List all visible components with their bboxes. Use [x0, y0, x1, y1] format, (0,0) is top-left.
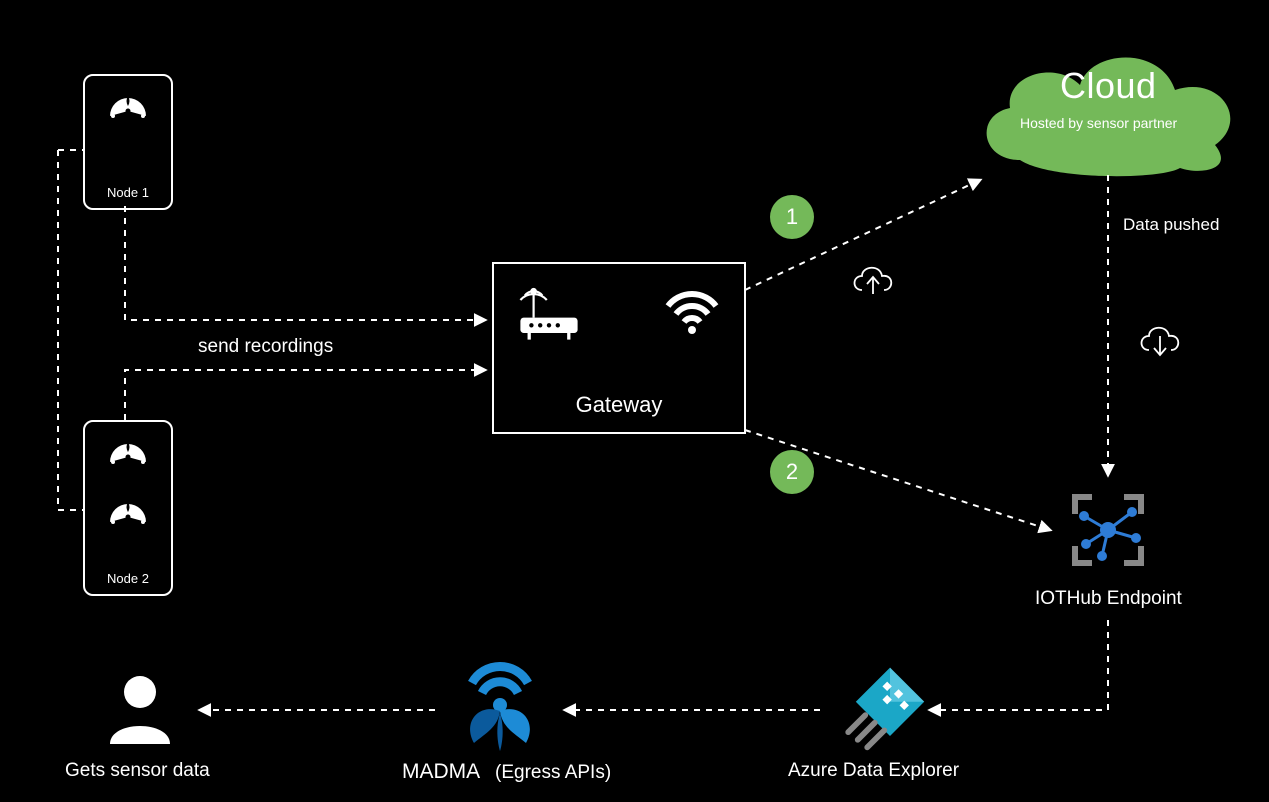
sensor-gauge-icon — [103, 432, 153, 482]
node1-box: Node 1 — [83, 74, 173, 210]
sensor-gauge-icon — [103, 86, 153, 136]
ade-label: Azure Data Explorer — [788, 760, 959, 782]
cloud-download-icon — [1135, 320, 1183, 360]
gateway-box: Gateway — [492, 262, 746, 434]
iothub-label: IOTHub Endpoint — [1035, 588, 1182, 610]
node2-label: Node 2 — [85, 571, 171, 586]
madma-icon — [450, 655, 550, 755]
data-pushed-label: Data pushed — [1123, 215, 1219, 235]
user-label: Gets sensor data — [65, 760, 210, 782]
iothub-icon — [1058, 480, 1158, 580]
cloud-subtitle: Hosted by sensor partner — [1020, 115, 1177, 131]
sensor-gauge-icon — [103, 492, 153, 542]
cloud-title: Cloud — [1060, 65, 1157, 107]
step-1: 1 — [770, 195, 814, 239]
azure-data-explorer-icon — [833, 660, 928, 755]
madma-label: MADMA — [402, 760, 480, 784]
step-1-label: 1 — [786, 204, 798, 230]
router-icon — [516, 278, 582, 344]
step-2-label: 2 — [786, 459, 798, 485]
node2-box: Node 2 — [83, 420, 173, 596]
gateway-label: Gateway — [494, 392, 744, 418]
step-2: 2 — [770, 450, 814, 494]
cloud-upload-icon — [848, 260, 896, 300]
send-recordings-label: send recordings — [198, 336, 333, 358]
wifi-icon — [662, 282, 722, 342]
madma-suffix: (Egress APIs) — [495, 762, 611, 784]
user-icon — [100, 670, 180, 750]
node1-label: Node 1 — [85, 185, 171, 200]
